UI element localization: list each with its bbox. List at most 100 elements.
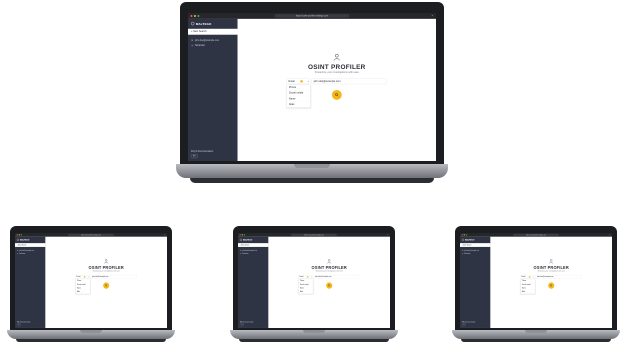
brand: MALTEGO xyxy=(239,238,253,241)
maltego-logo-icon xyxy=(239,238,242,241)
flag-icon xyxy=(300,80,303,83)
sidebar: MALTEGO + New Search ✉john.doe@example.c… xyxy=(15,236,46,328)
url-bar[interactable]: https://osint-profiler.maltego.com xyxy=(68,233,114,237)
maximize-window-icon[interactable] xyxy=(20,234,22,236)
search-icon xyxy=(328,284,331,287)
flag-icon xyxy=(306,276,309,278)
close-window-icon[interactable] xyxy=(190,14,193,17)
search-input[interactable]: john.doe@example.com xyxy=(535,275,582,279)
dropdown-option-alias[interactable]: Alias xyxy=(520,290,535,294)
minimize-window-icon[interactable] xyxy=(193,14,196,17)
new-search-label: New Search xyxy=(241,244,250,246)
laptop-small-3: https://osint-profiler.maltego.com ✕ MAL… xyxy=(452,226,620,342)
url-bar[interactable]: https://osint-profiler.maltego.com xyxy=(274,14,350,18)
search-button[interactable] xyxy=(331,89,342,100)
brand: MALTEGO xyxy=(190,21,212,26)
sidebar-item-person[interactable]: ◎Sebastian xyxy=(15,252,45,255)
page-subtitle: Streamline your investigations with ease xyxy=(314,71,359,74)
sidebar: MALTEGO + New Search ✉john.doe@example.c… xyxy=(188,18,238,161)
brand-name: MALTEGO xyxy=(195,22,212,26)
new-search-label: New Search xyxy=(193,30,207,33)
profile-icon xyxy=(104,259,109,264)
user-icon: ◎ xyxy=(239,252,242,255)
sidebar-item-person[interactable]: ◎Sebastian xyxy=(238,252,268,255)
sidebar-item-person[interactable]: ◎Sebastian xyxy=(188,43,238,48)
language-selector[interactable]: EN xyxy=(16,323,21,327)
new-search-button[interactable]: + New Search xyxy=(15,243,46,247)
search-type-dropdown: Phone Social media Name Alias xyxy=(75,278,91,294)
faq-link[interactable]: FAQ & Documentation xyxy=(462,321,476,323)
search-button[interactable] xyxy=(548,282,555,289)
page-title: OSINT PROFILER xyxy=(308,63,366,71)
maltego-logo-icon xyxy=(16,238,19,241)
maximize-window-icon[interactable] xyxy=(465,234,467,236)
language-selector[interactable]: EN xyxy=(190,154,198,159)
brand: MALTEGO xyxy=(16,238,30,242)
faq-link[interactable]: FAQ & Documentation xyxy=(17,321,31,323)
flag-icon xyxy=(83,276,86,278)
language-selector[interactable]: EN xyxy=(239,323,244,327)
search-input[interactable]: john.doe@example.com xyxy=(311,78,387,85)
brand: MALTEGO xyxy=(461,238,475,242)
chevron-down-icon: ▾ xyxy=(307,80,309,83)
search-button[interactable] xyxy=(103,282,110,289)
tab-close-icon[interactable]: ✕ xyxy=(387,234,388,236)
new-search-label: New Search xyxy=(18,244,27,246)
laptop-small-2: https://osint-profiler.maltego.com ✕ MAL… xyxy=(230,226,398,342)
close-window-icon[interactable] xyxy=(16,234,18,236)
new-search-button[interactable]: + New Search xyxy=(238,243,269,247)
main-panel: OSINT PROFILER Streamline your investiga… xyxy=(45,236,167,328)
new-search-button[interactable]: + New Search xyxy=(188,28,238,35)
search-icon xyxy=(550,284,553,287)
brand-name: MALTEGO xyxy=(464,238,475,242)
dropdown-option-alias[interactable]: Alias xyxy=(75,290,90,294)
search-type-dropdown: Phone Social media Name Alias xyxy=(520,278,536,294)
main-panel: OSINT PROFILER Streamline your investiga… xyxy=(237,18,436,161)
minimize-window-icon[interactable] xyxy=(18,234,20,236)
flag-icon xyxy=(528,276,531,278)
search-type-dropdown: Phone Social media Name Alias xyxy=(298,278,314,294)
search-type-value: Email xyxy=(521,275,526,278)
new-search-button[interactable]: + New Search xyxy=(460,243,491,247)
brand-name: MALTEGO xyxy=(19,238,30,242)
dropdown-option-alias[interactable]: Alias xyxy=(298,290,313,294)
sidebar-item-person[interactable]: ◎Sebastian xyxy=(460,252,490,255)
close-window-icon[interactable] xyxy=(461,234,463,236)
tab-close-icon[interactable]: ✕ xyxy=(609,234,610,236)
sidebar-item-label: john.doe@example.com xyxy=(19,249,35,252)
tab-close-icon[interactable]: ✕ xyxy=(431,14,433,17)
language-selector[interactable]: EN xyxy=(461,323,466,327)
sidebar-item-label: Sebastian xyxy=(242,252,249,255)
main-panel: OSINT PROFILER Streamline your investiga… xyxy=(268,236,390,328)
close-window-icon[interactable] xyxy=(239,234,241,236)
sidebar-item-label: Sebastian xyxy=(464,252,471,255)
laptop-screen: https://osint-profiler.maltego.com ✕ MAL… xyxy=(460,233,612,328)
new-search-label: New Search xyxy=(463,244,472,246)
minimize-window-icon[interactable] xyxy=(463,234,465,236)
url-bar[interactable]: https://osint-profiler.maltego.com xyxy=(291,233,337,237)
page-subtitle: Streamline your investigations with ease xyxy=(92,270,120,273)
url-bar[interactable]: https://osint-profiler.maltego.com xyxy=(513,233,559,237)
faq-link[interactable]: FAQ & Documentation xyxy=(240,321,254,323)
sidebar-item-label: john.doe@example.com xyxy=(242,249,258,252)
sidebar-item-label: john.doe@example.com xyxy=(194,38,220,42)
profile-icon xyxy=(333,53,340,61)
search-type-select[interactable]: Email ▾ xyxy=(286,78,311,85)
app-window: https://osint-profiler.maltego.com ✕ MAL… xyxy=(238,233,390,328)
user-icon: ◎ xyxy=(16,252,19,255)
app-window: https://osint-profiler.maltego.com ✕ MAL… xyxy=(460,233,612,328)
search-input[interactable]: john.doe@example.com xyxy=(90,275,137,279)
page-subtitle: Streamline your investigations with ease xyxy=(315,270,343,273)
minimize-window-icon[interactable] xyxy=(241,234,243,236)
maximize-window-icon[interactable] xyxy=(197,14,200,17)
search-type-value: Email xyxy=(299,275,304,278)
faq-link[interactable]: FAQ & Documentation xyxy=(191,150,213,152)
search-input[interactable]: john.doe@example.com xyxy=(313,275,360,279)
tab-close-icon[interactable]: ✕ xyxy=(164,234,165,236)
laptop-main: https://osint-profiler.maltego.com ✕ MAL… xyxy=(176,2,448,184)
sidebar-item-label: john.doe@example.com xyxy=(464,249,480,252)
search-button[interactable] xyxy=(326,282,333,289)
maximize-window-icon[interactable] xyxy=(243,234,245,236)
dropdown-option-alias[interactable]: Alias xyxy=(286,102,311,108)
laptop-notch xyxy=(303,330,325,333)
